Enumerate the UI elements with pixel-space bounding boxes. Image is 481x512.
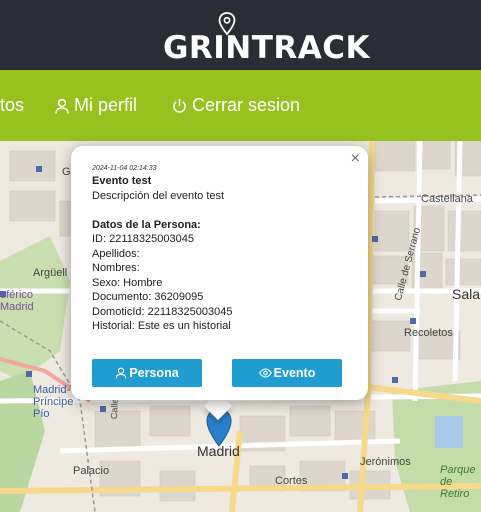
evento-button[interactable]: Evento: [232, 359, 342, 387]
nav-item-label: Mi perfil: [74, 95, 138, 115]
grintrack-logo[interactable]: GRINTRACK: [0, 8, 481, 66]
event-title: Evento test: [92, 175, 152, 187]
person-apellidos: Apellidos:: [92, 247, 140, 260]
map-label: G: [62, 166, 71, 178]
map-label-castellana: Castellana: [421, 193, 473, 205]
nav-item-eventos[interactable]: tos: [0, 70, 24, 141]
person-domoticid: DomoticId: 22118325003045: [92, 305, 233, 318]
map-label-principe-pio: Madrid- Príncipe Pío: [33, 384, 74, 420]
person-id: ID: 22118325003045: [92, 233, 194, 245]
evento-button-label: Evento: [273, 366, 316, 380]
event-timestamp: 2024-11-04 02:14:33: [92, 165, 157, 172]
nav-item-label: tos: [0, 95, 25, 115]
nav-item-label: Cerrar sesion: [192, 95, 301, 115]
park-area: [435, 416, 463, 448]
person-historial: Historial: Este es un historial: [92, 320, 231, 332]
map-label-madrid: Madrid: [197, 443, 240, 459]
map-label-recoletos: Recoletos: [404, 327, 453, 339]
nav-item-mi-perfil[interactable]: Mi perfil: [55, 70, 137, 141]
event-popup: × 2024-11-04 02:14:33 Evento test Descri…: [71, 146, 368, 400]
map-label-retiro: Parque de Retiro: [440, 464, 476, 500]
main-nav: tos Mi perfil Cerrar sesion: [0, 70, 481, 141]
user-icon: [115, 367, 127, 379]
map-label-cortes: Cortes: [275, 475, 308, 487]
map-label-teleferico: eférico Madrid: [0, 289, 34, 313]
eye-icon: [258, 368, 272, 378]
persona-button-label: Persona: [129, 366, 179, 380]
person-sexo: Sexo: Hombre: [92, 276, 163, 289]
app-header: GRINTRACK: [0, 0, 481, 70]
popup-content: 2024-11-04 02:14:33 Evento test Descripc…: [92, 164, 232, 334]
event-description: Descripción del evento test: [92, 189, 225, 202]
user-icon: [55, 98, 69, 114]
logo-text: GRINTRACK: [162, 30, 371, 66]
nav-item-cerrar-sesion[interactable]: Cerrar sesion: [172, 70, 300, 141]
persona-button[interactable]: Persona: [92, 359, 202, 387]
person-nombres: Nombres:: [92, 262, 140, 274]
close-icon[interactable]: ×: [351, 150, 360, 168]
person-documento: Documento: 36209095: [92, 291, 204, 303]
map-label-jeronimos: Jerónimos: [360, 456, 411, 468]
map-label-arguelles: Argüell: [33, 267, 68, 279]
power-icon: [173, 98, 186, 113]
map-label-palacio: Palacio: [73, 465, 110, 477]
map-label-sala: Sala: [452, 286, 481, 302]
person-heading: Datos de la Persona:: [92, 218, 201, 231]
